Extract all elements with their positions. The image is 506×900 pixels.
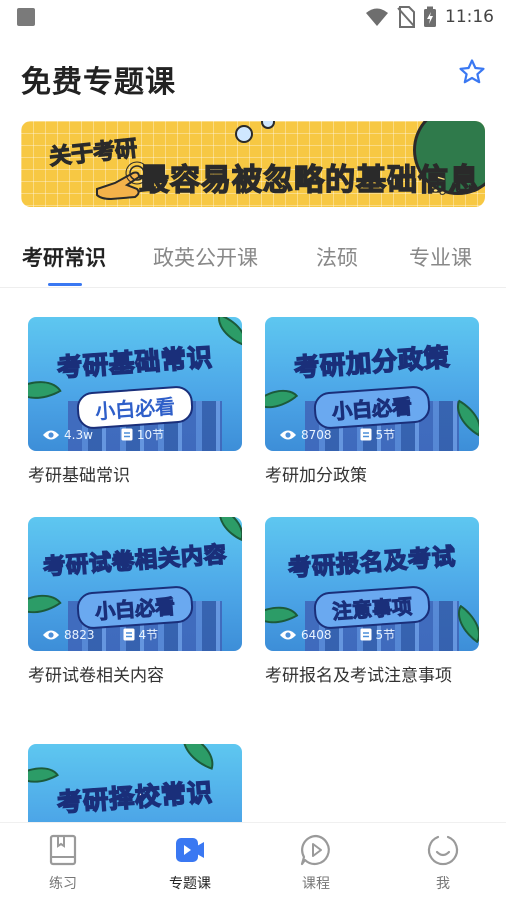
category-tabs: 考研常识 政英公开课 法硕 专业课	[0, 238, 506, 288]
battery-charging-icon	[424, 6, 436, 27]
eye-icon	[43, 430, 59, 439]
active-tab-indicator	[48, 283, 82, 286]
video-camera-icon	[176, 838, 204, 862]
lesson-count: 10节	[136, 428, 165, 442]
course-card[interactable]: 考研报名及考试 注意事项 6408 5节 考研报名及考试注意事项	[265, 517, 479, 690]
promo-banner[interactable]: 关于考研 最容易被忽略的基础信息 ♫	[21, 121, 485, 207]
course-stats: 6408 5节	[279, 626, 395, 643]
view-count: 8708	[301, 427, 332, 442]
view-count: 6408	[301, 627, 332, 642]
course-thumbnail[interactable]: 考研加分政策 小白必看 8708 5节	[265, 317, 479, 451]
course-title: 考研基础常识	[28, 466, 130, 486]
music-note-icon: ♫	[429, 173, 450, 199]
leaf-decoration	[174, 744, 222, 771]
lesson-list-icon	[360, 428, 372, 441]
wifi-icon	[366, 8, 388, 26]
course-stats: 8823 4节	[42, 626, 158, 643]
course-thumbnail[interactable]: 考研基础常识 小白必看 4.3w 10节	[28, 317, 242, 451]
eye-icon	[280, 430, 296, 439]
page-title: 免费专题课	[21, 65, 176, 100]
thumbnail-title: 考研加分政策	[292, 342, 451, 383]
thumbnail-title: 考研择校常识	[55, 777, 214, 818]
star-icon[interactable]	[458, 58, 486, 86]
nav-item-me[interactable]: 我	[403, 833, 483, 893]
course-stats: 4.3w 10节	[42, 426, 164, 443]
course-stats: 8708 5节	[279, 426, 395, 443]
nav-label: 专题课	[169, 876, 211, 892]
lesson-count: 4节	[138, 628, 159, 642]
book-icon	[49, 834, 77, 866]
course-title: 考研试卷相关内容	[28, 666, 164, 686]
tab-zhuanyeke[interactable]: 专业课	[409, 242, 472, 272]
course-thumbnail[interactable]: 考研报名及考试 注意事项 6408 5节	[265, 517, 479, 651]
view-count: 8823	[64, 627, 95, 642]
thumbnail-title: 考研报名及考试	[287, 543, 458, 582]
status-icons: 11:16	[365, 6, 494, 28]
thumbnail-title: 考研试卷相关内容	[42, 542, 229, 581]
nav-label: 我	[436, 876, 450, 892]
status-bar: 11:16	[0, 0, 506, 36]
eye-icon	[43, 630, 59, 639]
eye-icon	[280, 630, 296, 639]
play-bubble-icon	[300, 834, 330, 866]
nav-item-practice[interactable]: 练习	[23, 833, 103, 893]
banner-bubble-decoration	[235, 125, 253, 143]
course-card[interactable]: 考研试卷相关内容 小白必看 8823 4节 考研试卷相关内容	[28, 517, 242, 690]
lesson-count: 5节	[375, 628, 396, 642]
tab-fashuo[interactable]: 法硕	[316, 242, 358, 272]
nav-label: 练习	[49, 876, 77, 892]
course-thumbnail[interactable]: 考研试卷相关内容 小白必看 8823 4节	[28, 517, 242, 651]
no-sim-icon	[397, 6, 415, 28]
smile-face-icon	[427, 835, 459, 866]
clock: 11:16	[445, 7, 494, 27]
course-card[interactable]: 考研基础常识 小白必看 4.3w 10节 考研基础常识	[28, 317, 242, 490]
course-card[interactable]: 考研加分政策 小白必看 8708 5节 考研加分政策	[265, 317, 479, 490]
notification-icon	[17, 8, 35, 26]
thumbnail-title: 考研基础常识	[55, 342, 214, 383]
leaf-decoration	[28, 581, 62, 627]
page-header: 免费专题课	[0, 52, 506, 102]
nav-item-course[interactable]: 课程	[276, 833, 356, 893]
course-title: 考研报名及考试注意事项	[265, 666, 452, 686]
lesson-list-icon	[121, 428, 133, 441]
course-title: 考研加分政策	[265, 466, 367, 486]
nav-item-topic-course[interactable]: 专题课	[150, 833, 230, 893]
tab-zhengying-gongkaike[interactable]: 政英公开课	[153, 242, 258, 272]
bottom-nav: 练习 专题课 课程 我	[0, 822, 506, 900]
view-count: 4.3w	[64, 427, 93, 442]
lesson-list-icon	[123, 628, 135, 641]
tab-kaoyan-changshi[interactable]: 考研常识	[22, 242, 106, 272]
lesson-count: 5节	[375, 428, 396, 442]
lesson-list-icon	[360, 628, 372, 641]
nav-label: 课程	[302, 876, 330, 892]
